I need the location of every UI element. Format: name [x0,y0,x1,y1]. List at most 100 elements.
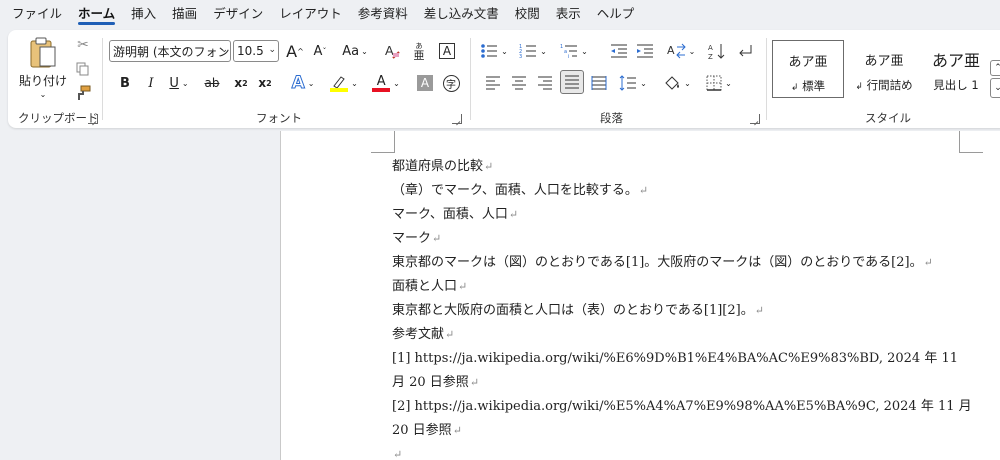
clipboard-launcher-icon[interactable] [88,114,98,124]
menu-tab[interactable]: レイアウト [271,0,350,28]
styles-scroll-up[interactable]: ⌃ [990,60,1000,76]
increase-indent-button[interactable] [634,40,656,62]
svg-text:A: A [708,44,713,52]
shrink-font-button[interactable]: Aˇ [309,40,331,62]
paragraph-mark-icon: ↵ [638,184,649,197]
svg-text:A: A [667,44,675,57]
distributed-button[interactable] [588,72,610,94]
show-marks-button[interactable] [734,40,756,62]
paragraph-group-label: 段落 [600,111,623,125]
font-size-combo[interactable]: 10.5 ⌄ [233,40,279,62]
enclose-circle-button[interactable]: 字 [440,72,462,94]
style-no-spacing[interactable]: あア亜 ↲ 行間詰め [848,40,920,98]
paragraph-mark-icon: ↵ [508,208,519,221]
crop-mark [959,152,983,153]
paragraph-mark-icon: ↵ [923,256,933,269]
line-text: 面積と人口 [392,279,458,294]
char-shading-button[interactable]: A [414,72,436,94]
change-case-button[interactable]: Aa ⌄ [338,40,372,62]
font-color-button[interactable]: A ⌄ [368,72,404,94]
style-sample: あア亜 [864,54,904,69]
menu-tab[interactable]: 描画 [164,0,205,28]
paragraph-mark-icon [739,45,752,57]
italic-button[interactable]: I [140,72,162,94]
menu-tab[interactable]: 校閲 [507,0,548,28]
align-left-button[interactable] [482,72,504,94]
menu-tab[interactable]: ホーム [70,0,123,28]
paragraph-line: 参考文献↵ [392,323,972,347]
paragraph-line: 面積と人口↵ [392,275,972,299]
menu-tab[interactable]: 挿入 [123,0,164,28]
document-page[interactable]: 都道府県の比較↵ （章）でマーク、面積、人口を比較する。↵ マーク、面積、人口↵ マー… [280,131,1000,460]
paragraph-mark-icon: ↵ [452,424,462,437]
sort-button[interactable]: AZ [706,40,728,62]
grow-font-button[interactable]: A ^ [284,40,306,62]
line-text: 月 20 日参照 [392,375,469,390]
paste-button[interactable]: 貼り付け ⌄ [14,34,72,106]
menu-tab[interactable]: 参考資料 [350,0,416,28]
superscript-button[interactable]: x2 [254,72,276,94]
separator [470,38,471,120]
text-effects-button[interactable]: A ⌄ [286,72,320,94]
menu-tab[interactable]: デザイン [205,0,271,28]
chevron-down-icon: ⌄ [268,45,276,55]
align-center-button[interactable] [508,72,530,94]
numbering-button[interactable]: 1 2 3 ⌄ [516,40,550,62]
cut-icon[interactable]: ✂ [74,36,92,54]
styles-scroll-down[interactable]: ⌄ [990,78,1000,98]
borders-button[interactable]: ⌄ [702,72,736,94]
paragraph-mark-icon: ↵ [484,160,494,173]
decrease-indent-button[interactable] [608,40,630,62]
separator [766,38,767,120]
paragraph-line: ↵ [392,443,972,460]
clear-format-button[interactable]: A [381,40,403,62]
svg-text:Z: Z [708,53,713,60]
line-text: 東京都のマークは（図）のとおりである[1]。大阪府のマークは（図）のとおりである… [392,255,923,270]
paragraph-line: 月 20 日参照↵ [392,371,972,395]
line-text: 都道府県の比較 [392,159,484,174]
align-right-button[interactable] [534,72,556,94]
line-text: 20 日参照 [392,423,452,438]
menu-tab[interactable]: ヘルプ [589,0,643,28]
style-heading-1[interactable]: あア亜 見出し 1 [924,40,988,98]
highlighter-icon [330,75,349,92]
enclose-char-button[interactable]: A [436,40,458,62]
line-spacing-button[interactable]: ⌄ [616,72,650,94]
styles-group-label: スタイル [865,111,911,125]
justify-button[interactable] [560,70,584,94]
subscript-button[interactable]: x2 [230,72,252,94]
underline-button[interactable]: U ⌄ [164,72,194,94]
clear-format-icon: A [385,43,400,59]
copy-icon[interactable] [74,60,92,78]
document-body[interactable]: 都道府県の比較↵ （章）でマーク、面積、人口を比較する。↵ マーク、面積、人口↵ マー… [392,155,972,460]
strikethrough-button[interactable]: ab [200,72,224,94]
borders-icon [706,75,722,91]
multilevel-list-button[interactable]: 1 a i ⌄ [556,40,592,62]
menu-tab[interactable]: ファイル [4,0,70,28]
shading-button[interactable]: ⌄ [660,72,694,94]
align-right-icon [538,76,552,90]
line-text: [1] https://ja.wikipedia.org/wiki/%E6%9D… [392,351,959,366]
chevron-down-icon: ⌄ [220,45,228,55]
char-shading-icon: A [417,75,433,91]
format-painter-icon[interactable] [74,84,92,102]
font-name-combo[interactable]: 游明朝 (本文のフォン ⌄ [109,40,231,62]
phonetic-guide-icon: あ亜 [413,42,425,62]
bullets-button[interactable]: ⌄ [477,40,511,62]
paragraph-launcher-icon[interactable] [750,114,760,124]
phonetic-guide-button[interactable]: あ亜 [408,40,430,62]
menu-tab[interactable]: 差し込み文書 [416,0,507,28]
menu-tab[interactable]: 表示 [548,0,589,28]
sort-icon: AZ [708,44,725,60]
justify-icon [565,75,579,89]
style-sample: あア亜 [788,55,828,70]
font-launcher-icon[interactable] [452,114,462,124]
text-direction-button[interactable]: A ⌄ [664,40,698,62]
paragraph-line: [2] https://ja.wikipedia.org/wiki/%E5%A4… [392,395,972,419]
style-normal[interactable]: あア亜 ↲ 標準 [772,40,844,98]
styles-group: あア亜 ↲ 標準 あア亜 ↲ 行間詰め あア亜 見出し 1 ⌃ ⌄ スタイル [770,30,1000,128]
crop-mark [371,152,395,153]
bold-button[interactable]: B [114,72,136,94]
highlight-button[interactable]: ⌄ [326,72,362,94]
svg-text:a: a [564,49,567,55]
